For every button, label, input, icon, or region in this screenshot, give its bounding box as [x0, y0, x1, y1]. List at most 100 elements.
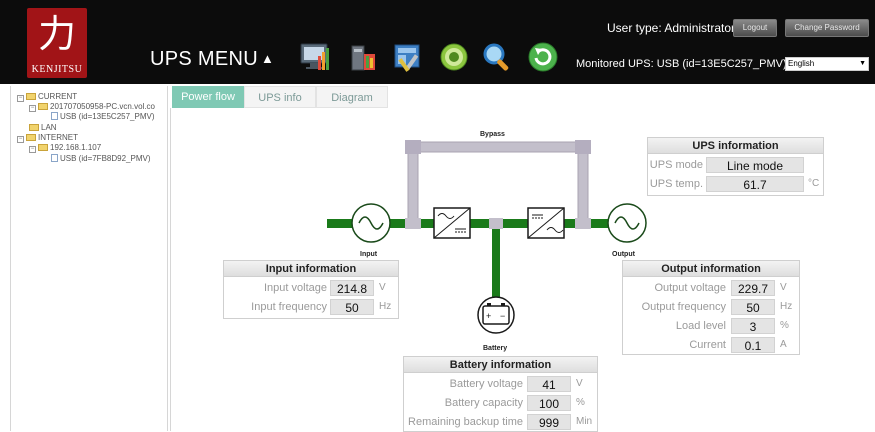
output-frequency-row: Output frequency 50 Hz — [623, 298, 800, 316]
battery-icon: + − — [477, 296, 515, 334]
svg-text:+: + — [486, 311, 491, 321]
tab-diagram[interactable]: Diagram — [316, 86, 388, 108]
ups-temp-row: UPS temp. 61.7 °C — [648, 175, 824, 193]
battery-voltage-row: Battery voltage 41 V — [404, 375, 598, 393]
svg-text:−: − — [500, 311, 505, 321]
output-current-label: Current — [689, 339, 726, 351]
load-level-unit: % — [780, 320, 789, 331]
collapse-icon[interactable]: − — [17, 95, 24, 102]
backup-time-unit: Min — [576, 416, 593, 427]
bypass-label: Bypass — [480, 131, 505, 138]
output-current-unit: A — [780, 339, 787, 350]
ups-menu-label: UPS MENU — [150, 48, 258, 70]
device-icon — [51, 154, 58, 162]
battery-information-title: Battery information — [404, 357, 597, 373]
load-level-row: Load level 3 % — [623, 317, 800, 335]
ups-menu-toggle[interactable]: UPS MENU ▲ — [150, 48, 274, 71]
backup-time-value: 999 — [527, 414, 571, 430]
power-flow-panel: Bypass Input Output + − Battery UPS info… — [170, 108, 875, 432]
collapse-icon[interactable]: − — [29, 146, 36, 153]
folder-icon — [29, 124, 39, 131]
language-value: English — [788, 59, 815, 68]
refresh-icon[interactable] — [526, 40, 560, 74]
battery-capacity-value: 100 — [527, 395, 571, 411]
ups-information-title: UPS information — [648, 138, 823, 154]
inverter-icon — [527, 207, 565, 239]
battery-information-panel: Battery information Battery voltage 41 V… — [403, 356, 598, 432]
input-voltage-value: 214.8 — [330, 280, 374, 296]
tree-label: LAN — [41, 123, 57, 132]
output-information-panel: Output information Output voltage 229.7 … — [622, 260, 800, 355]
folder-icon — [26, 93, 36, 100]
output-voltage-row: Output voltage 229.7 V — [623, 279, 800, 297]
ups-mode-label: UPS mode — [649, 159, 703, 171]
input-frequency-value: 50 — [330, 299, 374, 315]
rectifier-icon — [433, 207, 471, 239]
output-ac-icon — [607, 203, 647, 243]
tree-node-current[interactable]: − CURRENT — [17, 92, 77, 102]
collapse-icon[interactable]: − — [17, 136, 24, 143]
load-level-label: Load level — [675, 320, 726, 332]
search-icon[interactable] — [480, 40, 514, 74]
view-tabs: Power flow UPS info Diagram — [172, 86, 388, 108]
load-level-value: 3 — [731, 318, 775, 334]
settings-tools-icon[interactable] — [390, 40, 424, 74]
caret-up-icon: ▲ — [260, 51, 275, 66]
monitored-ups-label: Monitored UPS: USB (id=13E5C257_PMV) — [576, 58, 787, 70]
ups-mode-row: UPS mode Line mode — [648, 156, 824, 174]
tree-label: USB (id=7FB8D92_PMV) — [60, 154, 151, 163]
tree-node-usb-current[interactable]: USB (id=13E5C257_PMV) — [51, 112, 155, 122]
tree-node-ip[interactable]: − 192.168.1.107 — [29, 143, 101, 153]
output-frequency-value: 50 — [731, 299, 775, 315]
ups-temp-unit: °C — [808, 178, 820, 189]
ups-mode-value: Line mode — [706, 157, 804, 173]
language-select[interactable]: English ▼ — [785, 57, 869, 71]
output-voltage-value: 229.7 — [731, 280, 775, 296]
tree-label: CURRENT — [38, 92, 78, 101]
collapse-icon[interactable]: − — [29, 105, 36, 112]
tree-node-pc[interactable]: − 201707050958-PC.vcn.vol.co — [29, 102, 155, 112]
ups-temp-value: 61.7 — [706, 176, 804, 192]
user-type-label: User type: Administrator — [607, 21, 736, 35]
folder-icon — [26, 134, 36, 141]
ups-battery-icon[interactable] — [347, 40, 381, 74]
output-frequency-unit: Hz — [780, 301, 793, 312]
tree-label: 192.168.1.107 — [50, 143, 102, 152]
input-voltage-unit: V — [379, 282, 386, 293]
battery-voltage-unit: V — [576, 378, 583, 389]
input-frequency-row: Input frequency 50 Hz — [224, 298, 399, 316]
logo-text: KENJITSU — [31, 64, 83, 75]
tab-power-flow[interactable]: Power flow — [172, 86, 244, 108]
tree-node-lan[interactable]: LAN — [29, 123, 57, 133]
tree-node-usb-internet[interactable]: USB (id=7FB8D92_PMV) — [51, 154, 150, 164]
tree-node-internet[interactable]: − INTERNET — [17, 133, 78, 143]
battery-voltage-value: 41 — [527, 376, 571, 392]
output-current-value: 0.1 — [731, 337, 775, 353]
change-password-button[interactable]: Change Password — [785, 19, 869, 37]
control-gear-icon[interactable] — [437, 40, 471, 74]
output-information-title: Output information — [623, 261, 799, 277]
folder-icon — [38, 103, 48, 110]
logout-button[interactable]: Logout — [733, 19, 777, 37]
battery-voltage-label: Battery voltage — [449, 378, 523, 390]
battery-capacity-row: Battery capacity 100 % — [404, 394, 598, 412]
input-frequency-label: Input frequency — [251, 301, 327, 313]
tree-label: INTERNET — [38, 133, 78, 142]
battery-capacity-label: Battery capacity — [444, 397, 523, 409]
input-voltage-label: Input voltage — [264, 282, 327, 294]
ups-temp-label: UPS temp. — [649, 178, 703, 190]
battery-label: Battery — [483, 345, 507, 352]
output-label: Output — [612, 251, 636, 258]
backup-time-label: Remaining backup time — [408, 416, 523, 428]
folder-icon — [38, 144, 48, 151]
device-tree: − CURRENT −201707050958-PC.vcn.vol.co USB… — [10, 86, 168, 431]
backup-time-row: Remaining backup time 999 Min — [404, 413, 598, 431]
tab-ups-info[interactable]: UPS info — [244, 86, 316, 108]
tree-label: USB (id=13E5C257_PMV) — [60, 112, 155, 121]
ups-information-panel: UPS information UPS mode Line mode UPS t… — [647, 137, 824, 196]
tree-label: 201707050958-PC.vcn.vol.co — [50, 102, 155, 111]
input-frequency-unit: Hz — [379, 301, 392, 312]
input-information-panel: Input information Input voltage 214.8 V … — [223, 260, 399, 319]
output-voltage-label: Output voltage — [654, 282, 726, 294]
monitor-chart-icon[interactable] — [298, 40, 332, 74]
